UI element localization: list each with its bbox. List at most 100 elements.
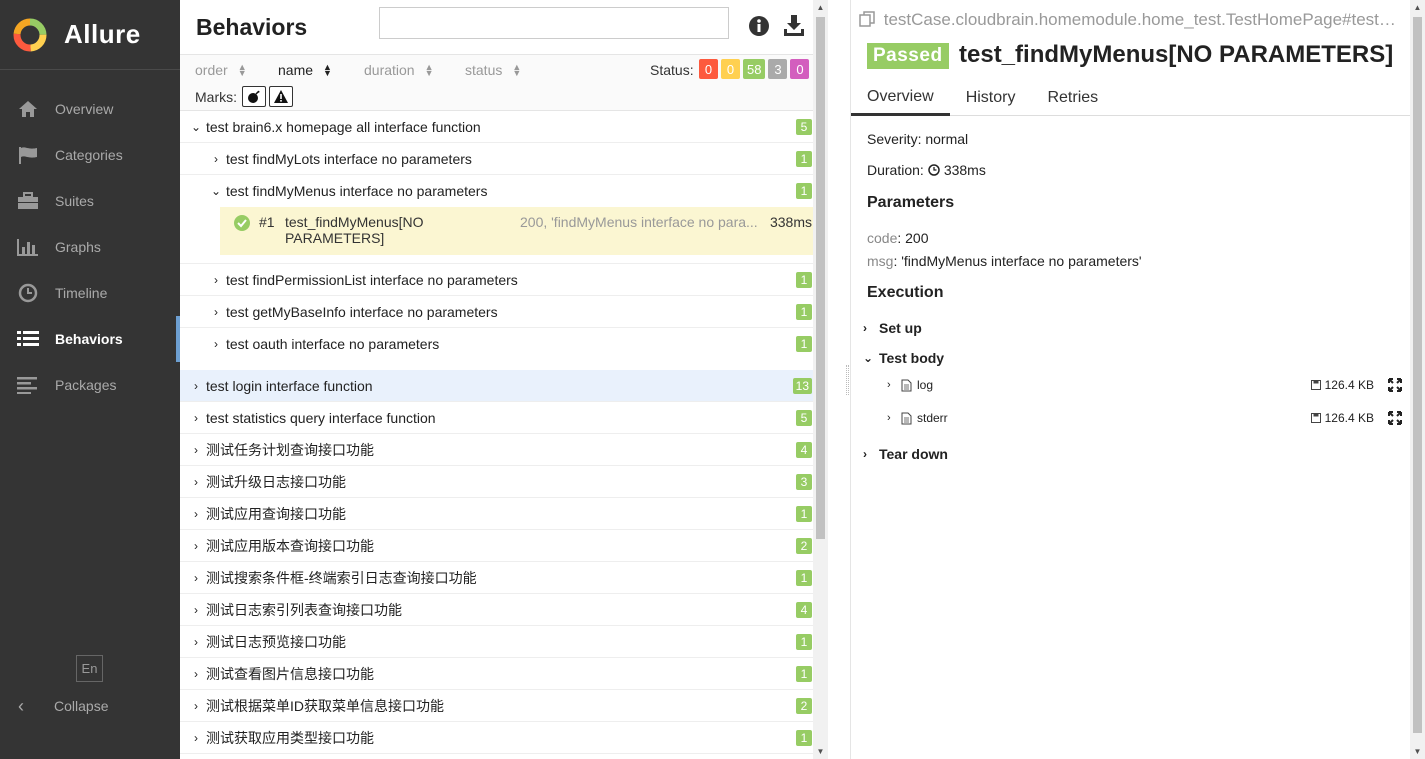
marks-label: Marks: — [195, 89, 237, 105]
group-count-badge: 2 — [796, 698, 812, 714]
sidebar-item-categories[interactable]: Categories — [0, 132, 180, 178]
scrollbar-thumb[interactable] — [1413, 17, 1422, 733]
tree-subgroup-row[interactable]: ⌄ test findMyMenus interface no paramete… — [180, 175, 828, 207]
attachment-size-value: 126.4 KB — [1324, 378, 1374, 392]
copy-icon[interactable] — [859, 11, 875, 27]
tree-group-label: 测试日志预览接口功能 — [206, 633, 346, 650]
detail-scrollbar[interactable]: ▲ ▼ — [1410, 0, 1425, 759]
sort-arrows-icon: ▲ ▼ — [424, 62, 434, 78]
group-count-badge: 5 — [796, 410, 812, 426]
allure-logo-icon — [13, 18, 47, 51]
bar-chart-icon — [17, 236, 39, 258]
attachment-row[interactable]: › log 126.4 KB — [887, 374, 1402, 396]
teardown-toggle[interactable]: › Tear down — [863, 446, 948, 462]
group-count-badge: 1 — [796, 634, 812, 650]
scrollbar-thumb[interactable] — [816, 17, 825, 539]
group-count-badge: 4 — [796, 442, 812, 458]
sidebar-item-label: Timeline — [55, 285, 108, 301]
tree-group-row[interactable]: ⌄ test brain6.x homepage all interface f… — [180, 111, 828, 143]
save-icon — [1310, 380, 1321, 390]
expand-icon[interactable] — [1388, 378, 1402, 392]
status-unknown-badge[interactable]: 0 — [790, 59, 810, 79]
chevron-right-icon: › — [194, 506, 198, 521]
chevron-right-icon: › — [194, 698, 198, 713]
tree-subgroup-row[interactable]: › test getMyBaseInfo interface no parame… — [180, 296, 828, 328]
tab-history[interactable]: History — [950, 80, 1032, 116]
tree-subgroup-label: test findMyMenus interface no parameters — [226, 183, 488, 199]
subgroup-count-badge: 1 — [796, 336, 812, 352]
group-count-badge: 2 — [796, 538, 812, 554]
status-skipped-badge[interactable]: 3 — [768, 59, 788, 79]
test-case-number: #1 — [259, 214, 275, 230]
status-failed-badge[interactable]: 0 — [699, 59, 718, 79]
sidebar-item-packages[interactable]: Packages — [0, 362, 180, 408]
collapse-button[interactable]: ‹ Collapse — [0, 690, 108, 722]
tree-subgroup-row[interactable]: › test findMyLots interface no parameter… — [180, 143, 828, 175]
tree-group-row[interactable]: › 测试获取应用类型接口功能 1 — [180, 722, 828, 754]
test-case-row[interactable]: #1 test_findMyMenus[NO PARAMETERS] 200, … — [220, 207, 828, 255]
tab-retries[interactable]: Retries — [1031, 80, 1114, 116]
language-button[interactable]: En — [76, 655, 103, 682]
test-case-duration: 338ms — [769, 214, 812, 230]
expand-icon[interactable] — [1388, 411, 1402, 425]
tree-group-row[interactable]: › test statistics query interface functi… — [180, 402, 828, 434]
behaviors-tree: ⌄ test brain6.x homepage all interface f… — [180, 111, 828, 754]
sidebar-item-suites[interactable]: Suites — [0, 178, 180, 224]
download-icon[interactable] — [782, 14, 806, 38]
sort-by-duration[interactable]: duration ▲ ▼ — [364, 62, 434, 78]
scroll-up-arrow-icon[interactable]: ▲ — [1410, 0, 1425, 15]
tree-group-row[interactable]: › 测试日志索引列表查询接口功能 4 — [180, 594, 828, 626]
setup-toggle[interactable]: › Set up — [863, 320, 922, 336]
group-count-badge: 1 — [796, 666, 812, 682]
tree-group-row[interactable]: › 测试应用版本查询接口功能 2 — [180, 530, 828, 562]
attachment-row[interactable]: › stderr 126.4 KB — [887, 407, 1402, 429]
search-input[interactable] — [379, 7, 729, 39]
scroll-down-arrow-icon[interactable]: ▼ — [813, 744, 828, 759]
severity-label: Severity: — [867, 131, 922, 147]
sort-arrows-icon: ▲ ▼ — [323, 62, 332, 78]
tree-subgroup-label: test findMyLots interface no parameters — [226, 150, 472, 167]
chevron-right-icon: › — [194, 538, 198, 553]
new-failed-mark-button[interactable] — [269, 86, 293, 107]
tree-group-row[interactable]: › 测试搜索条件框-终端索引日志查询接口功能 1 — [180, 562, 828, 594]
tree-group-label: 测试日志索引列表查询接口功能 — [206, 601, 402, 618]
sort-by-order[interactable]: order ▲ ▼ — [195, 62, 247, 78]
pane-splitter[interactable] — [828, 0, 850, 759]
sidebar-item-label: Packages — [55, 377, 117, 393]
tree-group-row[interactable]: › test login interface function 13 — [180, 370, 828, 402]
sidebar-item-behaviors[interactable]: Behaviors — [0, 316, 180, 362]
sort-duration-label: duration — [364, 62, 415, 78]
scroll-down-arrow-icon[interactable]: ▼ — [1410, 744, 1425, 759]
tab-overview[interactable]: Overview — [851, 80, 950, 116]
brand-name: Allure — [64, 19, 141, 49]
splitter-grip-icon[interactable] — [846, 365, 849, 395]
sort-by-status[interactable]: status ▲ ▼ — [465, 62, 521, 78]
file-icon — [901, 379, 912, 391]
chevron-right-icon: › — [194, 442, 198, 457]
test-fullname-breadcrumb: testCase.cloudbrain.homemodule.home_test… — [859, 10, 1404, 30]
status-broken-badge[interactable]: 0 — [721, 59, 740, 79]
brand[interactable]: Allure — [0, 0, 180, 70]
tree-group-row[interactable]: › 测试任务计划查询接口功能 4 — [180, 434, 828, 466]
tree-group-row[interactable]: › 测试查看图片信息接口功能 1 — [180, 658, 828, 690]
info-icon[interactable] — [747, 14, 771, 38]
tree-group-label: 测试根据菜单ID获取菜单信息接口功能 — [206, 697, 444, 714]
align-left-icon — [17, 374, 39, 396]
tree-group-row[interactable]: › 测试根据菜单ID获取菜单信息接口功能 2 — [180, 690, 828, 722]
test-body-toggle[interactable]: ⌄ Test body — [863, 350, 944, 366]
scroll-up-arrow-icon[interactable]: ▲ — [813, 0, 828, 15]
tree-group-row[interactable]: › 测试应用查询接口功能 1 — [180, 498, 828, 530]
tree-group-label: 测试获取应用类型接口功能 — [206, 729, 374, 746]
flaky-mark-button[interactable] — [242, 86, 266, 107]
status-passed-badge[interactable]: 58 — [743, 59, 766, 79]
tree-group-row[interactable]: › 测试升级日志接口功能 3 — [180, 466, 828, 498]
sort-by-name[interactable]: name ▲ ▼ — [278, 62, 332, 78]
param-value: 200 — [905, 230, 929, 246]
tree-group-row[interactable]: › 测试日志预览接口功能 1 — [180, 626, 828, 658]
sidebar-item-graphs[interactable]: Graphs — [0, 224, 180, 270]
sidebar-item-timeline[interactable]: Timeline — [0, 270, 180, 316]
sidebar-item-overview[interactable]: Overview — [0, 86, 180, 132]
tree-subgroup-row[interactable]: › test findPermissionList interface no p… — [180, 264, 828, 296]
tree-scrollbar[interactable]: ▲ ▼ — [813, 0, 828, 759]
tree-subgroup-row[interactable]: › test oauth interface no parameters 1 — [180, 328, 828, 360]
